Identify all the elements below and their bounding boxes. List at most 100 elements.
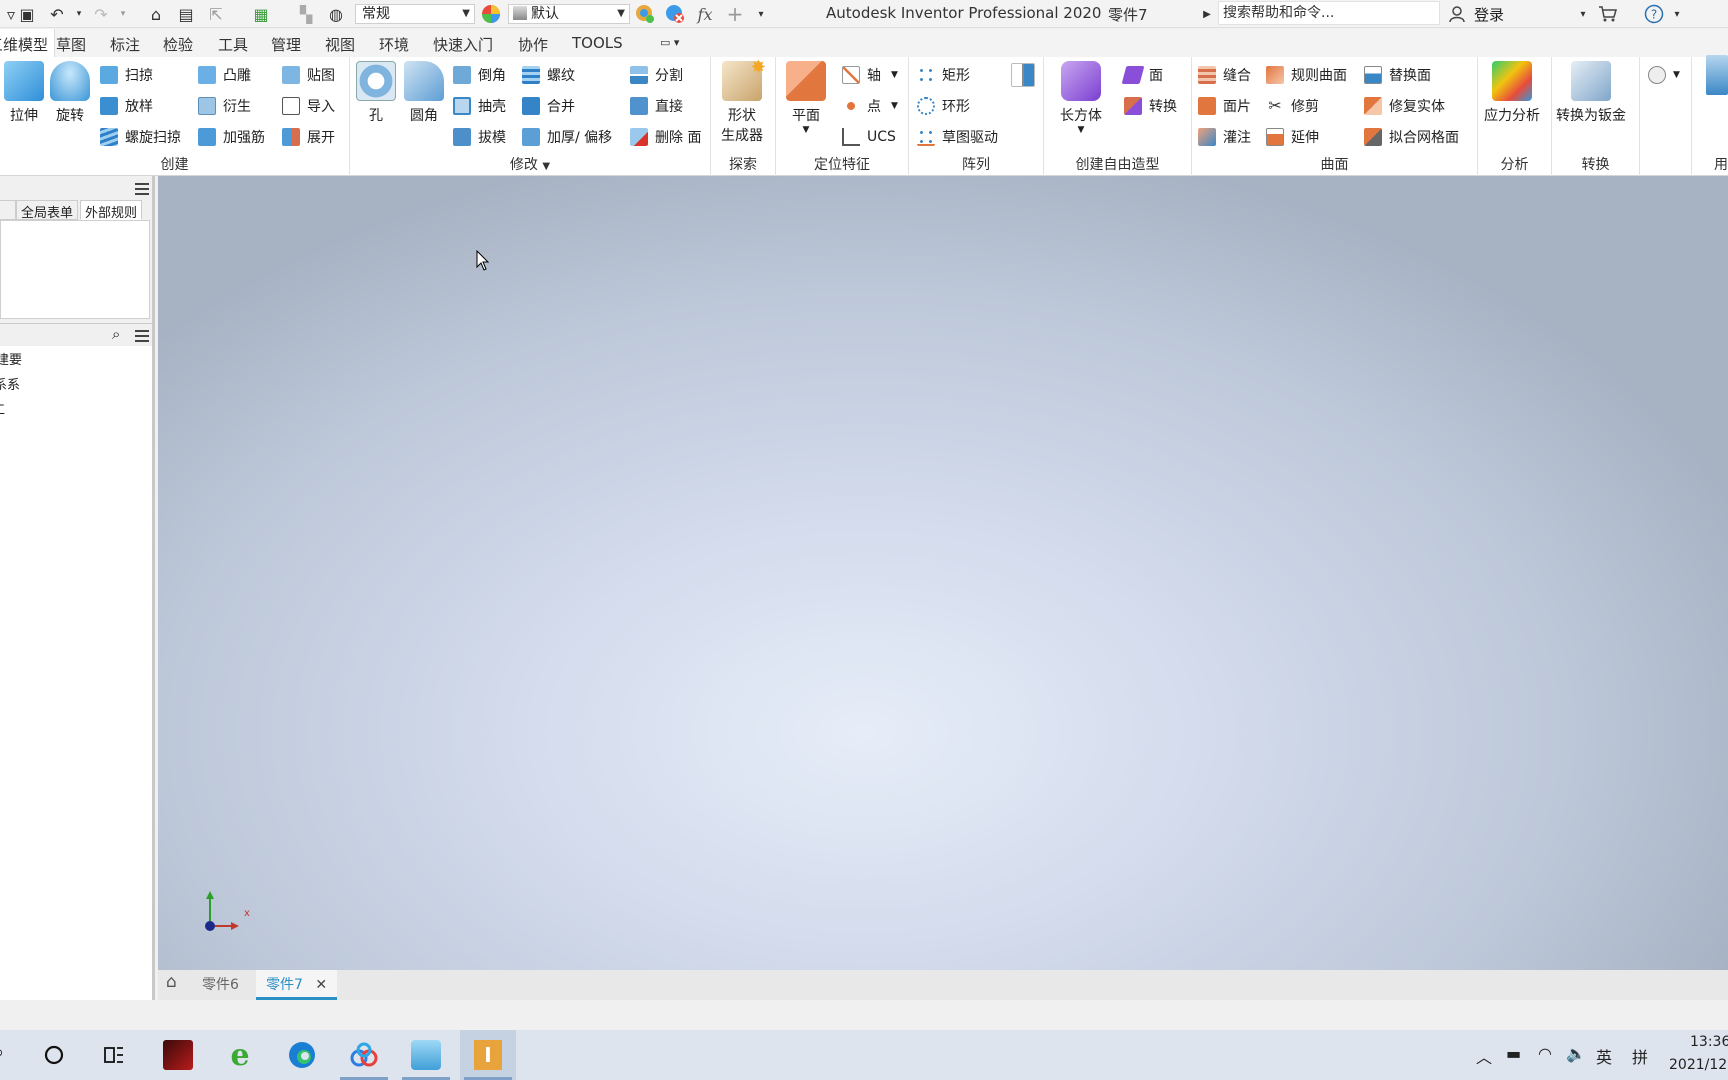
stitch-button[interactable]: 缝合: [1198, 63, 1251, 87]
update-icon[interactable]: ▦: [250, 3, 272, 25]
fillet-button[interactable]: 圆角: [404, 61, 444, 125]
search-icon[interactable]: ⌕: [112, 325, 120, 343]
direct-edit-button[interactable]: 直接: [630, 94, 683, 118]
ruled-surface-button[interactable]: 规则曲面: [1266, 63, 1347, 87]
task-view-button[interactable]: [86, 1030, 142, 1080]
taskbar-app-ie[interactable]: e: [212, 1030, 268, 1080]
battery-icon[interactable]: ▬: [1506, 1044, 1521, 1063]
axis-button[interactable]: 轴 ▼: [842, 63, 898, 87]
tab-get-started[interactable]: 快速入门: [433, 34, 493, 55]
clock-time[interactable]: 13:36: [1690, 1034, 1728, 1050]
combine-button[interactable]: 合并: [522, 94, 575, 118]
clear-appearance-icon[interactable]: [664, 3, 686, 25]
tree-item-view[interactable]: 系系: [0, 374, 20, 393]
customize-dropdown-icon[interactable]: ▾: [750, 3, 772, 25]
model-menu-icon[interactable]: [135, 330, 149, 342]
ribbon-display-toggle-icon[interactable]: ▭ ▾: [660, 36, 679, 49]
revolve-button[interactable]: 旋转: [50, 61, 90, 125]
stress-analysis-button[interactable]: 应力分析: [1484, 61, 1540, 125]
extrude-button[interactable]: 拉伸: [4, 61, 44, 125]
thicken-offset-button[interactable]: 加厚/ 偏移: [522, 125, 612, 149]
properties-icon[interactable]: ▤: [175, 3, 197, 25]
thread-button[interactable]: 螺纹: [522, 63, 575, 87]
shape-generator-button[interactable]: ✸ 形状 生成器: [721, 57, 766, 145]
replace-face-button[interactable]: 替换面: [1364, 63, 1431, 87]
tab-tools[interactable]: 工具: [218, 34, 248, 55]
ilogic-menu-icon[interactable]: [135, 183, 149, 195]
undo-dropdown-icon[interactable]: ▾: [68, 3, 90, 25]
circular-pattern-button[interactable]: 环形: [917, 94, 970, 118]
ucs-button[interactable]: UCS: [842, 125, 896, 149]
taskbar-app-edge[interactable]: [274, 1030, 330, 1080]
cart-icon[interactable]: [1597, 3, 1619, 25]
appearance-dropdown[interactable]: 默认 ▼: [508, 4, 630, 24]
sign-in-dropdown-icon[interactable]: ▾: [1572, 3, 1594, 25]
sketch-driven-pattern-button[interactable]: 草图驱动: [917, 125, 998, 149]
chevron-right-icon[interactable]: ▶: [1196, 3, 1218, 25]
tab-tools-addin[interactable]: TOOLS: [572, 34, 623, 52]
clock-date[interactable]: 2021/12: [1669, 1057, 1727, 1073]
adjust-appearance-icon[interactable]: [634, 3, 656, 25]
taskbar-app-baidu-netdisk[interactable]: [336, 1030, 392, 1080]
home-tab-icon[interactable]: ⌂: [166, 972, 177, 992]
select-icon[interactable]: ⇱: [205, 3, 227, 25]
input-language-indicator[interactable]: 英: [1596, 1044, 1612, 1068]
redo-icon[interactable]: ↷: [90, 3, 112, 25]
convert-to-sheet-metal-button[interactable]: 转换为钣金: [1556, 61, 1626, 125]
sweep-button[interactable]: 扫掠: [100, 63, 153, 87]
wifi-icon[interactable]: ◠: [1538, 1044, 1552, 1063]
home-icon[interactable]: ⌂: [145, 3, 167, 25]
save-icon[interactable]: ▣: [16, 3, 38, 25]
fit-mesh-face-button[interactable]: 拟合网格面: [1364, 125, 1459, 149]
tab-global-forms[interactable]: 全局表单: [16, 200, 79, 221]
tab-sketch[interactable]: 草图: [56, 34, 86, 55]
extra-tool-button[interactable]: [1706, 55, 1728, 95]
tab-environments[interactable]: 环境: [379, 34, 409, 55]
material-dropdown[interactable]: 常规 ▼: [355, 4, 475, 24]
cortana-button[interactable]: [26, 1030, 82, 1080]
show-hidden-icons-icon[interactable]: ︿: [1476, 1044, 1492, 1068]
undo-icon[interactable]: ↶: [46, 3, 68, 25]
close-icon[interactable]: ✕: [315, 977, 327, 993]
sculpt-button[interactable]: 灌注: [1198, 125, 1251, 149]
add-icon[interactable]: +: [724, 2, 746, 26]
tab-annotate[interactable]: 标注: [110, 34, 140, 55]
panel-modify-label[interactable]: 修改 ▼: [350, 154, 710, 174]
help-icon[interactable]: ?: [1643, 3, 1665, 25]
rectangular-pattern-button[interactable]: 矩形: [917, 63, 970, 87]
freeform-face-button[interactable]: 面: [1121, 63, 1163, 87]
sign-in-button[interactable]: 登录: [1474, 4, 1504, 25]
trim-button[interactable]: ✂ 修剪: [1266, 94, 1319, 118]
freeform-convert-button[interactable]: 转换: [1124, 94, 1177, 118]
delete-face-button[interactable]: 删除 面: [630, 125, 701, 149]
rib-button[interactable]: 加强筋: [198, 125, 265, 149]
freeform-box-button[interactable]: 长方体 ▼: [1060, 61, 1102, 135]
split-button[interactable]: 分割: [630, 63, 683, 87]
tab-view[interactable]: 视图: [325, 34, 355, 55]
redo-dropdown-icon[interactable]: ▾: [112, 3, 134, 25]
search-icon[interactable]: ⌕: [0, 1042, 4, 1063]
shell-button[interactable]: 抽壳: [453, 94, 506, 118]
appearance-icon[interactable]: [480, 3, 502, 25]
tree-item-solid-bodies[interactable]: 建要: [0, 349, 22, 368]
taskbar-app-live2d[interactable]: [398, 1030, 454, 1080]
tab-external-rules[interactable]: 外部规则: [80, 200, 143, 221]
tab-collaborate[interactable]: 协作: [518, 34, 548, 55]
unwrap-button[interactable]: 展开: [282, 125, 335, 149]
point-button[interactable]: 点 ▼: [842, 94, 898, 118]
help-search-input[interactable]: 搜索帮助和命令...: [1218, 1, 1440, 25]
measure-icon[interactable]: ▚: [295, 3, 317, 25]
chamfer-button[interactable]: 倒角: [453, 63, 506, 87]
derive-button[interactable]: 衍生: [198, 94, 251, 118]
material-icon[interactable]: ◍: [325, 3, 347, 25]
taskbar-app-game[interactable]: [150, 1030, 206, 1080]
mirror-button[interactable]: [1011, 63, 1042, 87]
help-dropdown-icon[interactable]: ▾: [1666, 3, 1688, 25]
extend-button[interactable]: 延伸: [1266, 125, 1319, 149]
decal-button[interactable]: 贴图: [282, 63, 335, 87]
draft-button[interactable]: 拔模: [453, 125, 506, 149]
import-button[interactable]: 导入: [282, 94, 335, 118]
doc-tab-part7[interactable]: 零件7 ✕: [256, 970, 338, 1000]
doc-tab-part6[interactable]: 零件6: [202, 974, 239, 994]
tree-item-origin[interactable]: 工: [0, 399, 5, 418]
